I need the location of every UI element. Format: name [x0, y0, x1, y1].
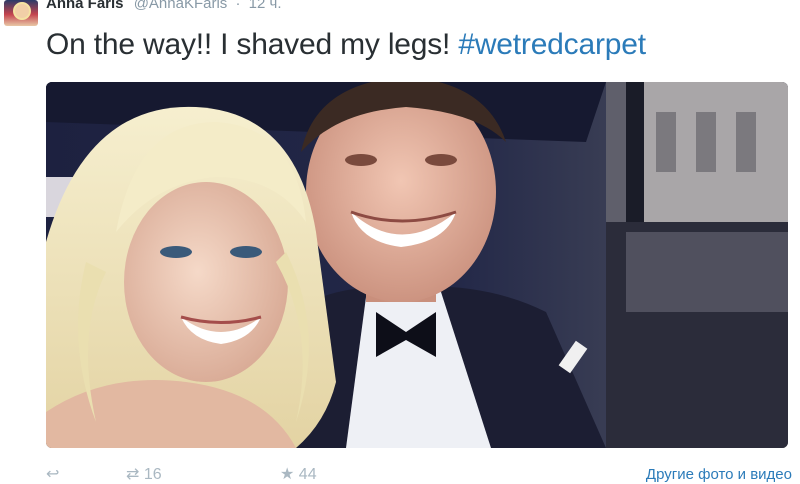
- retweet-count: 16: [143, 466, 162, 483]
- tweet-text: On the way!! I shaved my legs! #wetredca…: [46, 26, 646, 64]
- tweet-timestamp[interactable]: 12 ч.: [249, 0, 282, 12]
- tweet-header: Anna Faris @AnnaKFaris · 12 ч.: [0, 0, 800, 26]
- favorite-button[interactable]: ★ 44: [280, 464, 317, 484]
- selfie-photo: [46, 82, 788, 448]
- more-media-link[interactable]: Другие фото и видео: [646, 466, 792, 483]
- hashtag-link[interactable]: #wetredcarpet: [458, 28, 646, 61]
- tweet-photo[interactable]: [46, 82, 788, 448]
- favorite-count: 44: [298, 466, 317, 483]
- retweet-button[interactable]: ⇄ 16: [126, 464, 162, 484]
- author-line: Anna Faris @AnnaKFaris · 12 ч.: [46, 0, 282, 13]
- star-icon: ★: [280, 466, 295, 483]
- author-handle[interactable]: @AnnaKFaris: [134, 0, 228, 12]
- tweet-actions: ↩ ⇄ 16 ★ 44 Другие фото и видео: [0, 460, 800, 483]
- author-name[interactable]: Anna Faris: [46, 0, 124, 12]
- reply-icon[interactable]: ↩: [46, 464, 59, 484]
- author-avatar[interactable]: [4, 0, 38, 26]
- tweet-text-main: On the way!! I shaved my legs!: [46, 28, 459, 61]
- avatar-face: [13, 2, 31, 20]
- separator-dot: ·: [235, 0, 241, 12]
- retweet-icon: ⇄: [126, 466, 140, 483]
